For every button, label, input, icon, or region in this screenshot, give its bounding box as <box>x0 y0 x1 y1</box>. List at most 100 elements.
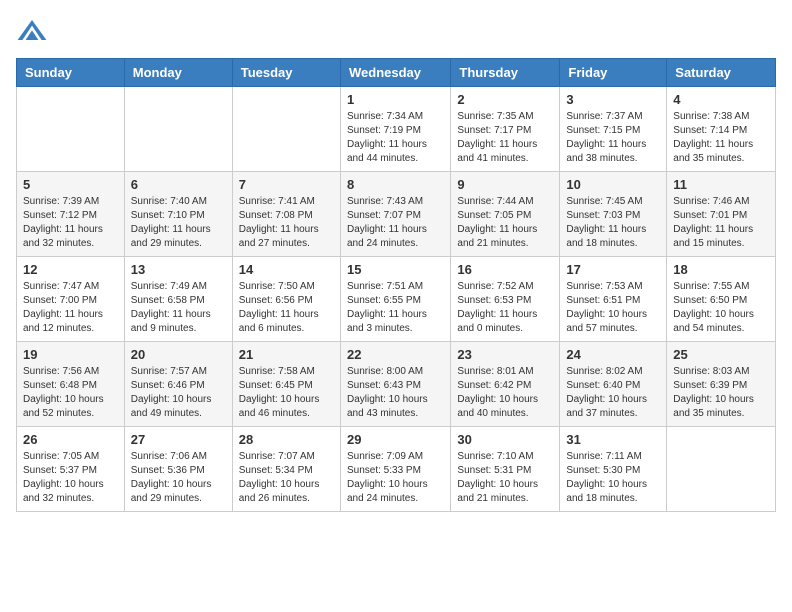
day-info: Sunrise: 7:45 AM Sunset: 7:03 PM Dayligh… <box>566 195 660 251</box>
day-info: Sunrise: 7:40 AM Sunset: 7:10 PM Dayligh… <box>131 195 226 251</box>
day-info: Sunrise: 8:00 AM Sunset: 6:43 PM Dayligh… <box>347 365 444 421</box>
day-info: Sunrise: 7:57 AM Sunset: 6:46 PM Dayligh… <box>131 365 226 421</box>
calendar-day-cell: 26Sunrise: 7:05 AM Sunset: 5:37 PM Dayli… <box>17 427 125 512</box>
day-number: 5 <box>23 177 118 192</box>
day-info: Sunrise: 7:11 AM Sunset: 5:30 PM Dayligh… <box>566 450 660 506</box>
calendar-header-row: SundayMondayTuesdayWednesdayThursdayFrid… <box>17 59 776 87</box>
calendar-day-cell: 12 Sunrise: 7:47 AM Sunset: 7:00 PM Dayli… <box>17 257 125 342</box>
calendar-day-cell: 27 Sunrise: 7:06 AM Sunset: 5:36 PM Dayli… <box>124 427 232 512</box>
day-number: 18 <box>673 262 769 277</box>
day-number: 26 <box>23 432 118 447</box>
calendar-day-cell: 20Sunrise: 7:57 AM Sunset: 6:46 PM Dayli… <box>124 342 232 427</box>
day-number: 6 <box>131 177 226 192</box>
day-number: 1 <box>347 92 444 107</box>
day-number: 13 <box>131 262 226 277</box>
calendar-day-cell: 31 Sunrise: 7:11 AM Sunset: 5:30 PM Dayli… <box>560 427 667 512</box>
calendar-day-cell: 16 Sunrise: 7:52 AM Sunset: 6:53 PM Dayli… <box>451 257 560 342</box>
day-number: 25 <box>673 347 769 362</box>
day-info: Sunrise: 7:55 AM Sunset: 6:50 PM Dayligh… <box>673 280 769 336</box>
logo-icon <box>16 16 48 48</box>
day-number: 19 <box>23 347 118 362</box>
calendar-day-cell: 19 Sunrise: 7:56 AM Sunset: 6:48 PM Dayli… <box>17 342 125 427</box>
day-info: Sunrise: 7:47 AM Sunset: 7:00 PM Dayligh… <box>23 280 118 336</box>
col-header-friday: Friday <box>560 59 667 87</box>
calendar-day-cell: 5 Sunrise: 7:39 AM Sunset: 7:12 PM Daylig… <box>17 172 125 257</box>
page-header <box>16 16 776 48</box>
day-number: 12 <box>23 262 118 277</box>
calendar-table: SundayMondayTuesdayWednesdayThursdayFrid… <box>16 58 776 512</box>
day-number: 14 <box>239 262 334 277</box>
day-info: Sunrise: 7:37 AM Sunset: 7:15 PM Dayligh… <box>566 110 660 166</box>
day-number: 15 <box>347 262 444 277</box>
day-info: Sunrise: 7:44 AM Sunset: 7:05 PM Dayligh… <box>457 195 553 251</box>
day-number: 17 <box>566 262 660 277</box>
col-header-saturday: Saturday <box>667 59 776 87</box>
day-info: Sunrise: 7:35 AM Sunset: 7:17 PM Dayligh… <box>457 110 553 166</box>
calendar-empty-cell <box>124 87 232 172</box>
day-info: Sunrise: 7:58 AM Sunset: 6:45 PM Dayligh… <box>239 365 334 421</box>
day-info: Sunrise: 7:06 AM Sunset: 5:36 PM Dayligh… <box>131 450 226 506</box>
col-header-tuesday: Tuesday <box>232 59 340 87</box>
day-number: 9 <box>457 177 553 192</box>
calendar-day-cell: 6 Sunrise: 7:40 AM Sunset: 7:10 PM Daylig… <box>124 172 232 257</box>
calendar-day-cell: 13 Sunrise: 7:49 AM Sunset: 6:58 PM Dayli… <box>124 257 232 342</box>
calendar-day-cell: 7 Sunrise: 7:41 AM Sunset: 7:08 PM Daylig… <box>232 172 340 257</box>
day-number: 31 <box>566 432 660 447</box>
calendar-day-cell: 2Sunrise: 7:35 AM Sunset: 7:17 PM Daylig… <box>451 87 560 172</box>
day-info: Sunrise: 7:56 AM Sunset: 6:48 PM Dayligh… <box>23 365 118 421</box>
day-number: 4 <box>673 92 769 107</box>
day-info: Sunrise: 7:41 AM Sunset: 7:08 PM Dayligh… <box>239 195 334 251</box>
calendar-empty-cell <box>232 87 340 172</box>
day-info: Sunrise: 8:03 AM Sunset: 6:39 PM Dayligh… <box>673 365 769 421</box>
day-info: Sunrise: 7:46 AM Sunset: 7:01 PM Dayligh… <box>673 195 769 251</box>
day-number: 16 <box>457 262 553 277</box>
calendar-day-cell: 15Sunrise: 7:51 AM Sunset: 6:55 PM Dayli… <box>340 257 450 342</box>
calendar-day-cell: 9 Sunrise: 7:44 AM Sunset: 7:05 PM Daylig… <box>451 172 560 257</box>
calendar-week-row: 5 Sunrise: 7:39 AM Sunset: 7:12 PM Daylig… <box>17 172 776 257</box>
calendar-empty-cell <box>667 427 776 512</box>
day-info: Sunrise: 7:53 AM Sunset: 6:51 PM Dayligh… <box>566 280 660 336</box>
calendar-day-cell: 18 Sunrise: 7:55 AM Sunset: 6:50 PM Dayli… <box>667 257 776 342</box>
calendar-day-cell: 28Sunrise: 7:07 AM Sunset: 5:34 PM Dayli… <box>232 427 340 512</box>
calendar-day-cell: 25 Sunrise: 8:03 AM Sunset: 6:39 PM Dayli… <box>667 342 776 427</box>
calendar-day-cell: 21 Sunrise: 7:58 AM Sunset: 6:45 PM Dayli… <box>232 342 340 427</box>
calendar-week-row: 1 Sunrise: 7:34 AM Sunset: 7:19 PM Daylig… <box>17 87 776 172</box>
day-number: 3 <box>566 92 660 107</box>
logo <box>16 16 52 48</box>
col-header-thursday: Thursday <box>451 59 560 87</box>
col-header-monday: Monday <box>124 59 232 87</box>
calendar-day-cell: 1 Sunrise: 7:34 AM Sunset: 7:19 PM Daylig… <box>340 87 450 172</box>
day-number: 7 <box>239 177 334 192</box>
col-header-wednesday: Wednesday <box>340 59 450 87</box>
day-info: Sunrise: 8:02 AM Sunset: 6:40 PM Dayligh… <box>566 365 660 421</box>
day-info: Sunrise: 7:43 AM Sunset: 7:07 PM Dayligh… <box>347 195 444 251</box>
calendar-day-cell: 24 Sunrise: 8:02 AM Sunset: 6:40 PM Dayli… <box>560 342 667 427</box>
day-info: Sunrise: 7:39 AM Sunset: 7:12 PM Dayligh… <box>23 195 118 251</box>
calendar-day-cell: 11 Sunrise: 7:46 AM Sunset: 7:01 PM Dayli… <box>667 172 776 257</box>
calendar-day-cell: 10 Sunrise: 7:45 AM Sunset: 7:03 PM Dayli… <box>560 172 667 257</box>
calendar-day-cell: 14 Sunrise: 7:50 AM Sunset: 6:56 PM Dayli… <box>232 257 340 342</box>
day-number: 11 <box>673 177 769 192</box>
day-info: Sunrise: 7:52 AM Sunset: 6:53 PM Dayligh… <box>457 280 553 336</box>
day-info: Sunrise: 7:49 AM Sunset: 6:58 PM Dayligh… <box>131 280 226 336</box>
calendar-day-cell: 23Sunrise: 8:01 AM Sunset: 6:42 PM Dayli… <box>451 342 560 427</box>
calendar-day-cell: 22 Sunrise: 8:00 AM Sunset: 6:43 PM Dayli… <box>340 342 450 427</box>
calendar-day-cell: 8 Sunrise: 7:43 AM Sunset: 7:07 PM Daylig… <box>340 172 450 257</box>
day-number: 29 <box>347 432 444 447</box>
calendar-day-cell: 30 Sunrise: 7:10 AM Sunset: 5:31 PM Dayli… <box>451 427 560 512</box>
day-info: Sunrise: 7:34 AM Sunset: 7:19 PM Dayligh… <box>347 110 444 166</box>
day-number: 10 <box>566 177 660 192</box>
calendar-day-cell: 4Sunrise: 7:38 AM Sunset: 7:14 PM Daylig… <box>667 87 776 172</box>
day-number: 22 <box>347 347 444 362</box>
calendar-day-cell: 17 Sunrise: 7:53 AM Sunset: 6:51 PM Dayli… <box>560 257 667 342</box>
day-number: 21 <box>239 347 334 362</box>
day-number: 24 <box>566 347 660 362</box>
day-number: 8 <box>347 177 444 192</box>
calendar-week-row: 19 Sunrise: 7:56 AM Sunset: 6:48 PM Dayli… <box>17 342 776 427</box>
day-info: Sunrise: 7:50 AM Sunset: 6:56 PM Dayligh… <box>239 280 334 336</box>
calendar-empty-cell <box>17 87 125 172</box>
day-number: 30 <box>457 432 553 447</box>
day-info: Sunrise: 7:10 AM Sunset: 5:31 PM Dayligh… <box>457 450 553 506</box>
col-header-sunday: Sunday <box>17 59 125 87</box>
day-number: 27 <box>131 432 226 447</box>
